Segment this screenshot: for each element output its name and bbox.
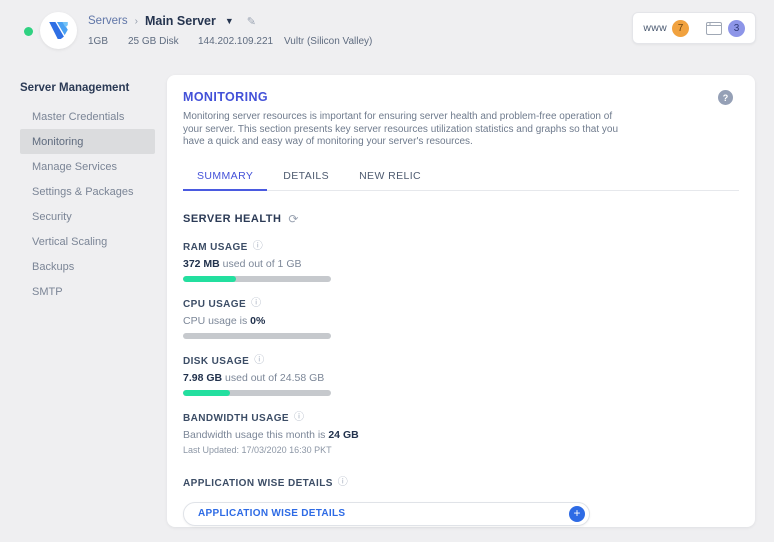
monitoring-tabs: SUMMARY DETAILS NEW RELIC — [182, 170, 739, 191]
ram-usage-bar — [183, 275, 331, 282]
server-ram-spec: 1GB — [88, 36, 109, 47]
ram-usage-label: RAM USAGE — [183, 241, 248, 253]
application-wise-details-button-label: APPLICATION WISE DETAILS — [198, 508, 346, 519]
description-line: Monitoring server resources is important… — [183, 111, 613, 122]
topbar-counters: www 7 3 — [632, 12, 756, 44]
info-icon[interactable]: ⓘ — [254, 356, 264, 366]
ram-usage-value: 372 MB used out of 1 GB — [183, 258, 739, 270]
sidebar-item-vertical-scaling[interactable]: Vertical Scaling — [20, 229, 155, 254]
cpu-usage-label-row: CPU USAGE ⓘ — [183, 299, 739, 310]
breadcrumb-servers-link[interactable]: Servers — [88, 15, 128, 27]
breadcrumb-separator: › — [134, 15, 138, 27]
breadcrumb-current-server: Main Server — [144, 14, 216, 28]
ram-usage-metric: RAM USAGE ⓘ 372 MB used out of 1 GB — [183, 242, 739, 282]
help-icon[interactable]: ? — [718, 90, 733, 105]
breadcrumb: Servers › Main Server ▼ ✎ — [88, 13, 372, 29]
bandwidth-usage-metric: BANDWIDTH USAGE ⓘ Bandwidth usage this m… — [183, 413, 739, 455]
projects-count-badge[interactable]: 3 — [728, 19, 745, 37]
application-wise-details-heading-row: APPLICATION WISE DETAILS ⓘ — [183, 478, 739, 489]
monitoring-panel: ? MONITORING Monitoring server resources… — [167, 75, 755, 527]
bandwidth-usage-prefix: Bandwidth usage this month is — [183, 428, 329, 441]
info-icon[interactable]: ⓘ — [338, 478, 348, 488]
sidebar-title: Server Management — [20, 82, 130, 94]
bandwidth-last-updated: Last Updated: 17/03/2020 16:30 PKT — [183, 444, 332, 455]
tab-details[interactable]: DETAILS — [277, 170, 335, 190]
disk-used-suffix: used out of 24.58 GB — [222, 371, 325, 384]
cpu-usage-prefix: CPU usage is — [183, 314, 251, 327]
bandwidth-usage-label: BANDWIDTH USAGE — [183, 412, 289, 424]
bandwidth-usage-label-row: BANDWIDTH USAGE ⓘ — [183, 413, 739, 424]
sidebar-item-master-credentials[interactable]: Master Credentials — [20, 104, 155, 129]
vultr-logo-icon — [49, 22, 68, 39]
ram-used-value: 372 MB — [183, 257, 220, 270]
disk-usage-bar — [183, 389, 331, 396]
disk-usage-metric: DISK USAGE ⓘ 7.98 GB used out of 24.58 G… — [183, 356, 739, 396]
cpu-usage-bar — [183, 332, 331, 339]
sidebar-item-manage-services[interactable]: Manage Services — [20, 154, 155, 179]
projects-folder-icon — [706, 21, 722, 35]
disk-usage-label-row: DISK USAGE ⓘ — [183, 356, 739, 367]
sidebar-item-security[interactable]: Security — [20, 204, 155, 229]
sidebar: Server Management Master Credentials Mon… — [20, 78, 155, 304]
cpu-usage-percent: 0% — [250, 314, 266, 327]
info-icon[interactable]: ⓘ — [251, 299, 261, 309]
disk-usage-value: 7.98 GB used out of 24.58 GB — [183, 372, 739, 384]
sidebar-item-settings-packages[interactable]: Settings & Packages — [20, 179, 155, 204]
refresh-icon[interactable]: ⟳ — [288, 213, 298, 225]
info-icon[interactable]: ⓘ — [253, 242, 263, 252]
cpu-usage-value: CPU usage is 0% — [183, 315, 739, 327]
sidebar-item-monitoring[interactable]: Monitoring — [20, 129, 155, 154]
tab-summary[interactable]: SUMMARY — [182, 170, 268, 191]
server-disk-spec: 25 GB Disk — [128, 36, 179, 47]
provider-logo — [40, 12, 77, 49]
server-ip-address: 144.202.109.221 — [198, 36, 274, 47]
page-title: MONITORING — [183, 90, 269, 104]
server-health-title: SERVER HEALTH — [183, 212, 282, 225]
tab-new-relic[interactable]: NEW RELIC — [353, 170, 427, 190]
ram-used-suffix: used out of 1 GB — [219, 257, 302, 270]
server-status-dot — [24, 27, 33, 36]
bandwidth-usage-value: Bandwidth usage this month is 24 GB — [183, 429, 739, 441]
ram-usage-bar-fill — [183, 275, 237, 282]
ram-usage-label-row: RAM USAGE ⓘ — [183, 242, 739, 253]
sidebar-item-smtp[interactable]: SMTP — [20, 279, 155, 304]
server-header: Servers › Main Server ▼ ✎ 1GB 25 GB Disk… — [88, 13, 372, 47]
cpu-usage-metric: CPU USAGE ⓘ CPU usage is 0% — [183, 299, 739, 339]
application-wise-details-heading: APPLICATION WISE DETAILS — [183, 477, 333, 489]
applications-count-badge[interactable]: 7 — [672, 19, 689, 37]
disk-used-value: 7.98 GB — [183, 371, 223, 384]
bandwidth-used-value: 24 GB — [328, 428, 359, 441]
page-description: Monitoring server resources is important… — [183, 111, 739, 149]
info-icon[interactable]: ⓘ — [294, 413, 304, 423]
disk-usage-bar-fill — [183, 389, 231, 396]
cpu-usage-label: CPU USAGE — [183, 298, 247, 310]
server-specs: 1GB 25 GB Disk 144.202.109.221 Vultr (Si… — [88, 36, 372, 47]
server-health-header: SERVER HEALTH ⟳ — [183, 213, 739, 225]
server-switcher-caret-icon[interactable]: ▼ — [225, 16, 234, 26]
rename-server-pencil-icon[interactable]: ✎ — [247, 15, 256, 28]
disk-usage-label: DISK USAGE — [183, 355, 250, 367]
description-line: have a quick and easy way of monitoring … — [183, 136, 473, 147]
server-provider-location: Vultr (Silicon Valley) — [284, 36, 373, 47]
description-line: your server. This section presents key s… — [183, 123, 619, 135]
sidebar-item-backups[interactable]: Backups — [20, 254, 155, 279]
application-wise-details-expander[interactable]: APPLICATION WISE DETAILS + — [183, 501, 590, 526]
expand-plus-icon[interactable]: + — [569, 505, 585, 522]
www-icon: www — [643, 22, 667, 34]
